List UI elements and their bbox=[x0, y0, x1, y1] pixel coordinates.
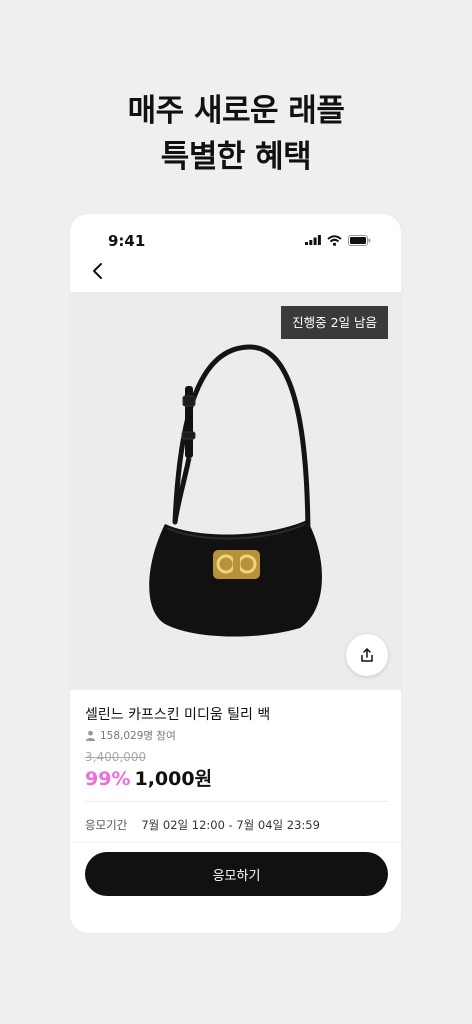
entry-period-value: 7월 02일 12:00 - 7월 04일 23:59 bbox=[141, 818, 320, 832]
wifi-icon bbox=[327, 234, 342, 246]
participants-count: 158,029명 참여 bbox=[85, 728, 176, 743]
battery-icon bbox=[348, 234, 371, 246]
back-button[interactable] bbox=[88, 260, 108, 282]
discount-rate: 99% bbox=[85, 768, 131, 790]
product-name: 셀린느 카프스킨 미디움 틸리 백 bbox=[85, 707, 271, 723]
chevron-left-icon bbox=[93, 263, 102, 279]
status-icons bbox=[305, 234, 371, 246]
divider bbox=[70, 842, 401, 843]
product-image-area: 진행중 2일 남음 bbox=[70, 292, 401, 690]
phone-frame: 9:41 진행중 2일 남음 셀린느 카프스킨 미디움 틸리 백 158,029… bbox=[70, 214, 401, 933]
share-icon bbox=[361, 648, 373, 662]
status-bar: 9:41 bbox=[70, 214, 401, 262]
apply-button[interactable]: 응모하기 bbox=[85, 852, 388, 896]
headline-line-2: 특별한 혜택 bbox=[160, 139, 312, 175]
status-time: 9:41 bbox=[108, 232, 146, 250]
sale-price: 1,000원 bbox=[134, 768, 213, 790]
headline: 매주 새로운 래플 특별한 혜택 bbox=[0, 88, 472, 180]
original-price: 3,400,000 bbox=[85, 750, 147, 764]
entry-period: 응모기간 7월 02일 12:00 - 7월 04일 23:59 bbox=[85, 817, 320, 833]
divider bbox=[85, 801, 388, 802]
headline-line-1: 매주 새로운 래플 bbox=[127, 93, 345, 129]
product-image bbox=[149, 344, 322, 637]
entry-period-label: 응모기간 bbox=[85, 818, 128, 832]
participants-text: 158,029명 참여 bbox=[100, 730, 176, 742]
signal-icon bbox=[305, 235, 321, 245]
price-row: 99% 1,000원 bbox=[85, 764, 212, 791]
person-icon bbox=[86, 730, 95, 741]
status-badge: 진행중 2일 남음 bbox=[281, 306, 388, 339]
share-button[interactable] bbox=[346, 634, 388, 676]
